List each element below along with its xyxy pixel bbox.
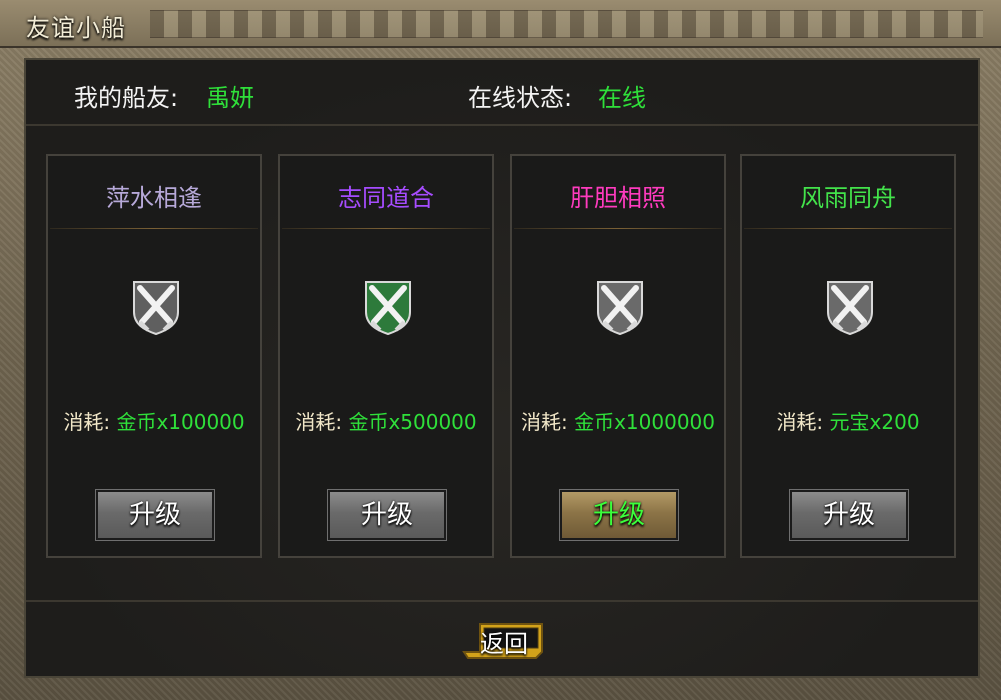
cost-label: 消耗: [295, 410, 343, 434]
cost-label: 消耗: [63, 410, 111, 434]
info-bar: 我的船友: 禹妍 在线状态: 在线 [26, 60, 978, 126]
friend-label: 我的船友: [74, 84, 179, 112]
crossed-swords-shield-icon [365, 281, 411, 336]
cost-line: 消耗: 金币x500000 [280, 406, 492, 435]
crossed-swords-shield-icon [827, 281, 873, 336]
upgrade-button[interactable]: 升级 [95, 489, 215, 541]
title-ornament [150, 10, 983, 38]
main-panel: 我的船友: 禹妍 在线状态: 在线 萍水相逢 消耗: 金币x100000 升级 [24, 58, 980, 678]
footer-divider [26, 600, 978, 602]
cost-value: 金币x1000000 [574, 410, 716, 434]
cost-value: 金币x100000 [116, 410, 245, 434]
ship-level-card-2: 志同道合 消耗: 金币x500000 升级 [278, 154, 494, 558]
back-button[interactable]: 返回 [462, 620, 548, 660]
card-divider [50, 228, 258, 229]
ship-level-card-3: 肝胆相照 消耗: 金币x1000000 升级 [510, 154, 726, 558]
friend-name: 禹妍 [206, 84, 254, 112]
crossed-swords-shield-icon [597, 281, 643, 336]
ship-level-card-1: 萍水相逢 消耗: 金币x100000 升级 [46, 154, 262, 558]
cost-line: 消耗: 元宝x200 [742, 406, 954, 435]
crossed-swords-shield-icon [133, 281, 179, 336]
status-label: 在线状态: [468, 84, 573, 112]
card-name: 肝胆相照 [570, 184, 666, 212]
card-name: 志同道合 [338, 184, 434, 212]
cost-value: 元宝x200 [829, 410, 920, 434]
ship-level-card-4: 风雨同舟 消耗: 元宝x200 升级 [740, 154, 956, 558]
cost-label: 消耗: [520, 410, 568, 434]
status-value: 在线 [598, 84, 646, 112]
cost-line: 消耗: 金币x100000 [48, 406, 260, 435]
title-bar: 友谊小船 [0, 0, 1001, 48]
window-frame: 友谊小船 我的船友: 禹妍 在线状态: 在线 萍水相逢 消耗: 金币x10000… [0, 0, 1001, 700]
upgrade-button[interactable]: 升级 [327, 489, 447, 541]
card-divider [744, 228, 952, 229]
card-divider [514, 228, 722, 229]
card-name: 萍水相逢 [106, 184, 202, 212]
cost-label: 消耗: [776, 410, 824, 434]
cost-line: 消耗: 金币x1000000 [512, 406, 724, 435]
back-label: 返回 [480, 630, 528, 658]
upgrade-button[interactable]: 升级 [559, 489, 679, 541]
card-divider [282, 228, 490, 229]
cost-value: 金币x500000 [348, 410, 477, 434]
window-title: 友谊小船 [26, 14, 126, 42]
card-name: 风雨同舟 [800, 184, 896, 212]
upgrade-button[interactable]: 升级 [789, 489, 909, 541]
